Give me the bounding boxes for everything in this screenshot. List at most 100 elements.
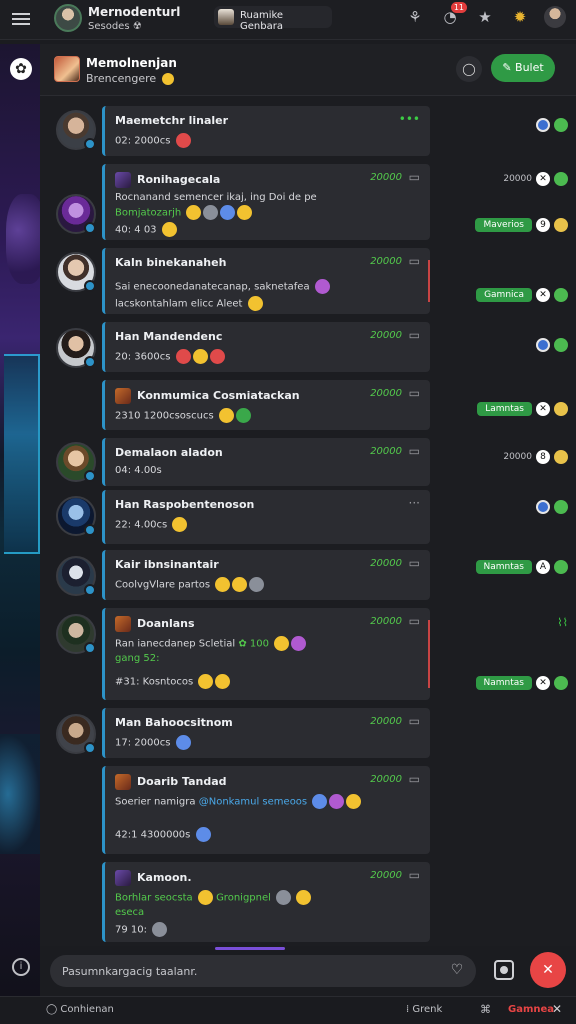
avatar[interactable] xyxy=(56,442,96,482)
message-card[interactable]: Doanlans Ran ianecdanep Scletial ✿ 100 g… xyxy=(102,608,430,700)
more-icon[interactable]: ▭ xyxy=(409,714,420,728)
message-time: 20000 xyxy=(370,870,402,881)
rail-time: 20000 xyxy=(503,452,532,462)
message-card[interactable]: Han Raspobentenoson 22: 4.00cs ··· xyxy=(102,490,430,544)
rail-row[interactable] xyxy=(536,118,568,132)
bottom-right-item[interactable]: Gamnea xyxy=(508,1004,554,1015)
message-input[interactable] xyxy=(62,955,432,987)
message-card[interactable]: Doarib Tandad Soerier namigra @Nonkamul … xyxy=(102,766,430,854)
reaction-icon: 8 xyxy=(536,450,550,464)
avatar[interactable] xyxy=(56,110,96,150)
info-icon[interactable]: i xyxy=(12,958,30,976)
more-icon[interactable]: ▭ xyxy=(409,614,420,628)
reaction-icon xyxy=(554,560,568,574)
message-card[interactable]: Kamoon. Borhlar seocsta Gronigpnel eseca… xyxy=(102,862,430,942)
channel-switcher[interactable]: Ruamike Genbara xyxy=(214,6,332,32)
bell-icon[interactable]: ◔ 11 xyxy=(439,2,467,28)
message-card[interactable]: Konmumica Cosmiatackan 2310 1200csoscucs… xyxy=(102,380,430,430)
bottom-mid-item[interactable]: ⁞ Grenk xyxy=(406,1004,442,1015)
message-author: Maemetchr linaler xyxy=(115,114,229,127)
link-icon[interactable]: ⌘ xyxy=(480,1003,491,1016)
message-text: Sai enecoonedanatecanap, saknetafea xyxy=(115,279,420,294)
rail-row[interactable]: Lamntas ✕ xyxy=(477,402,568,416)
avatar[interactable] xyxy=(56,714,96,754)
message-card[interactable]: Kaln binekanaheh Sai enecoonedanatecanap… xyxy=(102,248,430,314)
edit-button[interactable]: ✎ Bulet xyxy=(491,54,555,82)
more-icon[interactable]: ▭ xyxy=(409,254,420,268)
message-author: Han Raspobentenoson xyxy=(115,498,255,511)
more-icon[interactable]: ▭ xyxy=(409,868,420,882)
star-icon[interactable]: ★ xyxy=(474,6,496,28)
status-dot-icon xyxy=(536,118,550,132)
rail-row[interactable]: Gamnica ✕ xyxy=(476,288,568,302)
message-text: lacskontahlam elicc Aleet xyxy=(115,296,420,311)
rail-pill[interactable]: Namntas xyxy=(475,560,532,574)
message-time: 20000 xyxy=(370,616,402,627)
avatar[interactable] xyxy=(56,328,96,368)
channel-header: ✿ Memolnenjan Brencengere ◯ ✎ Bulet xyxy=(10,44,576,96)
send-button[interactable]: ✕ xyxy=(530,952,566,988)
message-card[interactable]: Ronihagecala Rocnanand semencer ikaj, in… xyxy=(102,164,430,240)
rail-pill[interactable]: Lamntas xyxy=(477,402,532,416)
message-text: 40: 4 03 xyxy=(115,222,420,237)
message-feed[interactable]: Maemetchr linaler 02: 2000cs ••• Ronihag… xyxy=(40,96,576,946)
rail-row[interactable]: Namntas ✕ xyxy=(475,676,568,690)
rail-pill[interactable]: Namntas xyxy=(475,676,532,690)
mention-link[interactable]: @Nonkamul semeoos xyxy=(199,797,307,808)
more-icon[interactable]: ··· xyxy=(409,496,420,510)
rail-row[interactable] xyxy=(536,500,568,514)
rail-row[interactable] xyxy=(536,338,568,352)
more-icon[interactable]: ▭ xyxy=(409,328,420,342)
message-card[interactable]: Maemetchr linaler 02: 2000cs ••• xyxy=(102,106,430,156)
rail-pill[interactable]: Gamnica xyxy=(476,288,532,302)
user-avatar[interactable] xyxy=(544,6,566,28)
more-icon[interactable]: ▭ xyxy=(409,170,420,184)
heart-icon[interactable]: ♡ xyxy=(448,962,466,980)
avatar[interactable] xyxy=(56,614,96,654)
reaction-icon xyxy=(554,500,568,514)
notification-badge: 11 xyxy=(450,2,467,13)
message-card[interactable]: Han Mandendenc 20: 3600cs 20000 ▭ xyxy=(102,322,430,372)
message-card[interactable]: Demalaon aladon 04: 4.00s 20000 ▭ xyxy=(102,438,430,486)
more-icon[interactable]: ▭ xyxy=(409,772,420,786)
message-card[interactable]: Kair ibnsinantair CoolvgVlare partos 200… xyxy=(102,550,430,600)
close-icon: ✕ xyxy=(536,402,550,416)
more-icon[interactable]: ▭ xyxy=(409,386,420,400)
status-dot-icon xyxy=(536,338,550,352)
close-icon[interactable]: ✕ xyxy=(552,1002,562,1016)
avatar[interactable] xyxy=(54,4,82,32)
rail-row[interactable]: 20000 8 xyxy=(503,450,568,464)
fingerprint-icon[interactable]: ⚘ xyxy=(404,6,426,28)
message-text: 22: 4.00cs xyxy=(115,517,420,532)
scroll-indicator[interactable] xyxy=(215,947,285,950)
avatar[interactable] xyxy=(56,252,96,292)
reaction-icon xyxy=(554,338,568,352)
settings-gear-icon[interactable]: ✹ xyxy=(509,6,531,28)
rail-row: ⌇⌇ xyxy=(557,616,568,629)
avatar[interactable] xyxy=(56,194,96,234)
more-icon[interactable]: ▭ xyxy=(409,444,420,458)
more-icon[interactable]: ••• xyxy=(399,112,420,126)
message-time: 20000 xyxy=(370,774,402,785)
message-time: 20000 xyxy=(370,558,402,569)
bottom-left-item[interactable]: ◯ Conhienan xyxy=(46,1004,114,1015)
search-icon[interactable]: ◯ xyxy=(456,56,482,82)
message-composer[interactable]: ♡ xyxy=(50,955,476,987)
reaction-icon xyxy=(554,676,568,690)
rail-row[interactable]: 20000 ✕ xyxy=(503,172,568,186)
channel-switcher-label: Ruamike Genbara xyxy=(240,10,284,32)
menu-icon[interactable] xyxy=(12,10,30,28)
settings-icon[interactable]: ✿ xyxy=(10,58,32,80)
rail-row[interactable]: Maverios 9 xyxy=(475,218,568,232)
camera-icon[interactable] xyxy=(494,960,514,980)
reaction-icon xyxy=(554,172,568,186)
avatar[interactable] xyxy=(56,496,96,536)
reaction-icon xyxy=(554,118,568,132)
avatar[interactable] xyxy=(56,556,96,596)
message-text: CoolvgVlare partos xyxy=(115,577,420,592)
message-card[interactable]: Man Bahoocsitnom 17: 2000cs 20000 ▭ xyxy=(102,708,430,758)
rail-pill[interactable]: Maverios xyxy=(475,218,532,232)
more-icon[interactable]: ▭ xyxy=(409,556,420,570)
rail-row[interactable]: Namntas A xyxy=(475,560,568,574)
message-time: 20000 xyxy=(370,388,402,399)
